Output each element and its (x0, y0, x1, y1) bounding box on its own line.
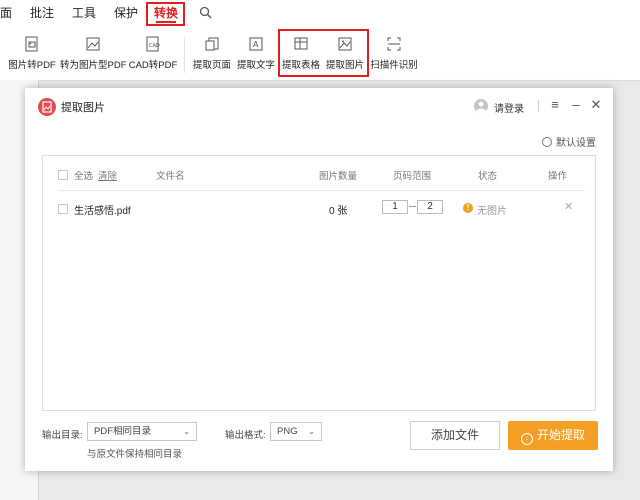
image-to-pdf-label: 图片转PDF (8, 60, 56, 71)
app-logo-icon (38, 98, 56, 116)
scan-ocr-button[interactable]: 扫描件识别 (370, 36, 418, 71)
page-to-input[interactable]: 2 (417, 200, 443, 214)
header-filename: 文件名 (156, 171, 185, 182)
output-dir-value: PDF相同目录 (94, 426, 152, 437)
cad-to-pdf-button[interactable]: CAD CAD转PDF (128, 36, 178, 71)
menu-bar: 面 批注 工具 保护 转换 (0, 0, 640, 27)
header-action: 操作 (548, 171, 568, 182)
svg-text:A: A (253, 40, 259, 49)
extract-page-label: 提取页面 (192, 60, 231, 71)
header-image-count: 图片数量 (319, 171, 358, 182)
default-settings-link[interactable]: 默认设置 (542, 134, 596, 149)
row-checkbox[interactable] (58, 204, 68, 214)
dialog-title: 提取图片 (61, 102, 105, 114)
extract-page-icon (205, 37, 219, 51)
add-file-button[interactable]: 添加文件 (410, 421, 500, 450)
login-link[interactable]: 请登录 (494, 100, 524, 115)
format-select[interactable]: PNG ⌄ (270, 422, 322, 441)
gear-icon (542, 137, 552, 147)
page-from-input[interactable]: 1 (382, 200, 408, 214)
image-to-pdf-button[interactable]: 图片转PDF (8, 36, 56, 71)
scan-ocr-label: 扫描件识别 (370, 60, 418, 71)
search-icon[interactable] (199, 6, 213, 20)
output-dir-select[interactable]: PDF相同目录 ⌄ (87, 422, 197, 441)
select-all-checkbox[interactable] (58, 170, 68, 180)
extract-page-button[interactable]: 提取页面 (191, 36, 233, 71)
to-image-pdf-button[interactable]: 转为图片型PDF (60, 36, 127, 71)
extract-text-icon: A (249, 37, 263, 51)
page-range-dash (409, 206, 416, 207)
title-divider (538, 100, 539, 112)
chevron-down-icon: ⌄ (183, 427, 190, 436)
image-pdf-icon (25, 36, 38, 52)
warning-icon: ! (463, 203, 473, 213)
header-status: 状态 (478, 171, 498, 182)
highlight-extract-buttons (278, 29, 369, 77)
row-image-count: 0 张 (329, 206, 348, 217)
menu-page[interactable]: 面 (0, 0, 12, 27)
extract-text-label: 提取文字 (236, 60, 275, 71)
file-table: 全选 清除 文件名 图片数量 页码范围 状态 操作 生活感悟.pdf 0 张 1… (42, 155, 596, 411)
close-icon[interactable]: ✕ (588, 96, 604, 114)
menu-icon[interactable]: ≡ (547, 96, 563, 114)
to-image-pdf-label: 转为图片型PDF (60, 60, 127, 71)
row-filename: 生活感悟.pdf (74, 206, 131, 217)
menu-protect[interactable]: 保护 (114, 0, 138, 27)
menu-tools[interactable]: 工具 (72, 0, 96, 27)
menu-comment[interactable]: 批注 (30, 0, 54, 27)
chevron-down-icon: ⌄ (308, 427, 315, 436)
header-divider (58, 190, 585, 191)
select-all-label[interactable]: 全选 (74, 168, 93, 182)
format-label: 输出格式: (225, 430, 266, 441)
start-extract-button[interactable]: ↓ 开始提取 (508, 421, 598, 450)
scan-icon (387, 37, 401, 51)
row-status: 无图片 (477, 206, 507, 217)
svg-text:CAD: CAD (149, 43, 160, 49)
ribbon-divider (184, 37, 185, 73)
user-avatar-icon[interactable] (474, 99, 488, 113)
output-dir-label: 输出目录: (42, 430, 83, 441)
download-icon: ↓ (520, 433, 533, 445)
output-dir-note: 与原文件保持相同目录 (87, 449, 183, 460)
image-icon (86, 37, 100, 51)
start-extract-label: 开始提取 (536, 428, 585, 442)
remove-row-icon[interactable]: ✕ (564, 200, 573, 213)
highlight-convert-tab (146, 2, 185, 26)
format-value: PNG (277, 426, 298, 437)
minimize-icon[interactable]: – (568, 96, 584, 114)
default-settings-label: 默认设置 (556, 138, 596, 149)
clear-link[interactable]: 清除 (98, 168, 117, 182)
cad-icon: CAD (146, 36, 160, 52)
cad-to-pdf-label: CAD转PDF (128, 60, 178, 71)
header-page-range: 页码范围 (393, 171, 432, 182)
extract-image-dialog: 提取图片 请登录 ≡ – ✕ 默认设置 全选 清除 文件名 图片数量 页码范围 … (25, 88, 613, 471)
extract-text-button[interactable]: A 提取文字 (235, 36, 277, 71)
